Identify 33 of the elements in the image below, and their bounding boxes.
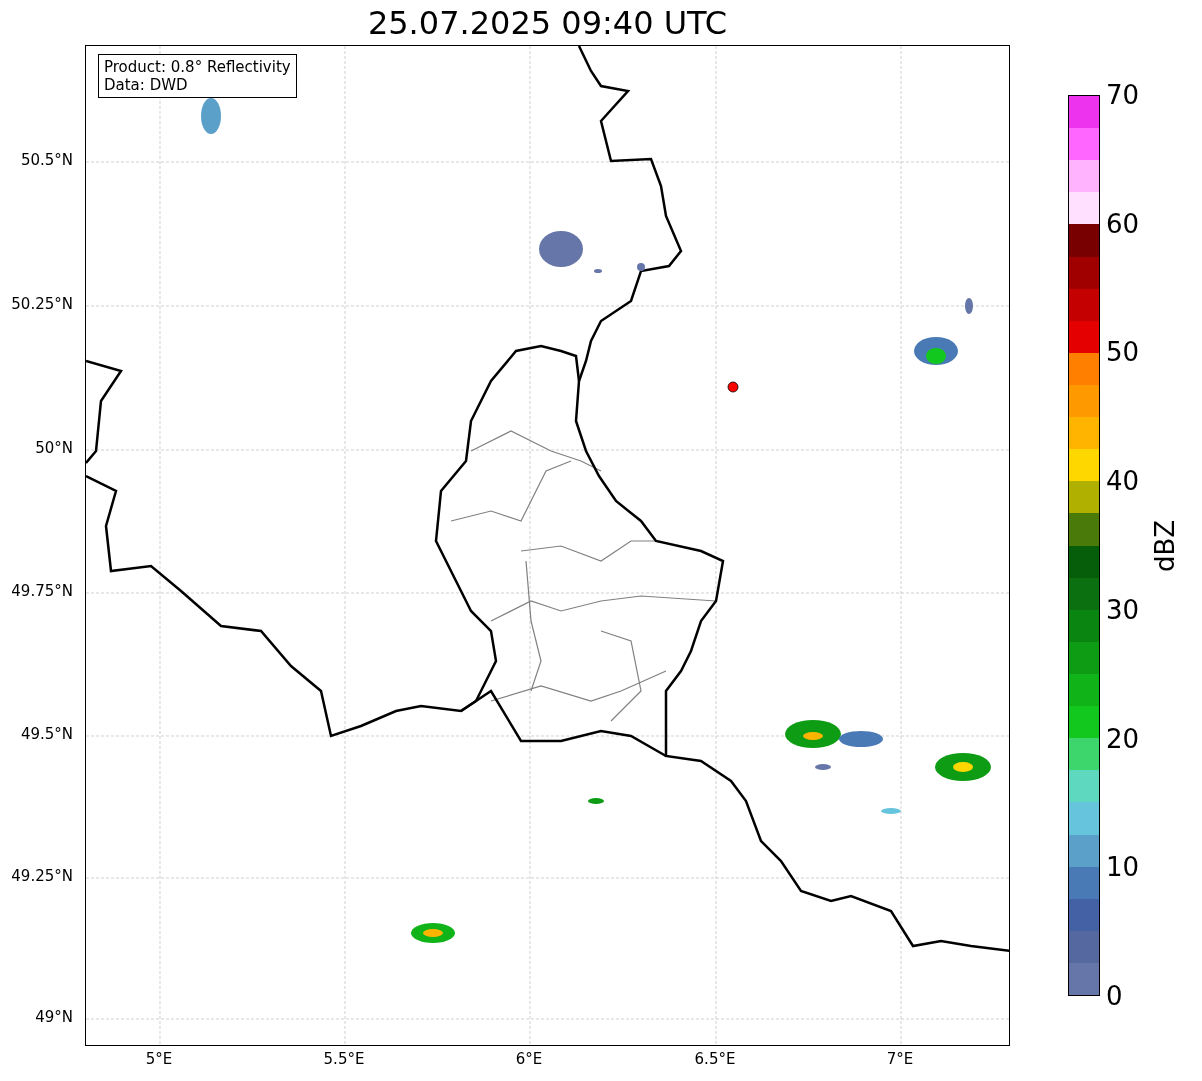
y-axis-label: 50.5°N [20,153,73,168]
colorbar-tick-label: 70 [1106,82,1140,108]
y-axis-label: 49°N [35,1010,73,1025]
y-axis-label: 50.25°N [11,297,73,312]
x-axis-label: 5.5°E [323,1052,365,1067]
radar-echo [201,98,221,134]
radar-echo [539,231,583,267]
colorbar-tick-label: 20 [1106,725,1140,752]
y-axis-label: 49.25°N [11,869,73,884]
x-axis-label: 6°E [515,1052,543,1067]
colorbar-tick-label: 60 [1106,210,1140,237]
y-axis-label: 49.5°N [20,727,73,742]
radar-echo [965,298,973,314]
chart-title: 25.07.2025 09:40 UTC [367,6,728,39]
info-text: Data: DWD [104,76,189,94]
info-text: Product: 0.8° Reflectivity [104,58,291,76]
location-marker [727,381,739,393]
x-axis-label: 5°E [145,1052,173,1067]
colorbar-tick-label: 50 [1106,339,1140,366]
colorbar-label: dBZ [1152,519,1178,572]
radar-echo [815,764,831,770]
y-axis-label: 50°N [35,441,73,456]
radar-echo [594,269,602,273]
colorbar-tick-label: 0 [1106,983,1123,1009]
x-axis-label: 6.5°E [694,1052,736,1067]
radar-echo [881,808,901,814]
colorbar-tick-label: 40 [1106,468,1140,495]
radar-echo [637,263,645,271]
y-axis-label: 49.75°N [11,584,73,599]
colorbar-tick-label: 10 [1106,854,1140,881]
x-axis-label: 7°E [886,1052,914,1067]
colorbar-tick-label: 30 [1106,596,1140,623]
radar-echo [588,798,604,804]
